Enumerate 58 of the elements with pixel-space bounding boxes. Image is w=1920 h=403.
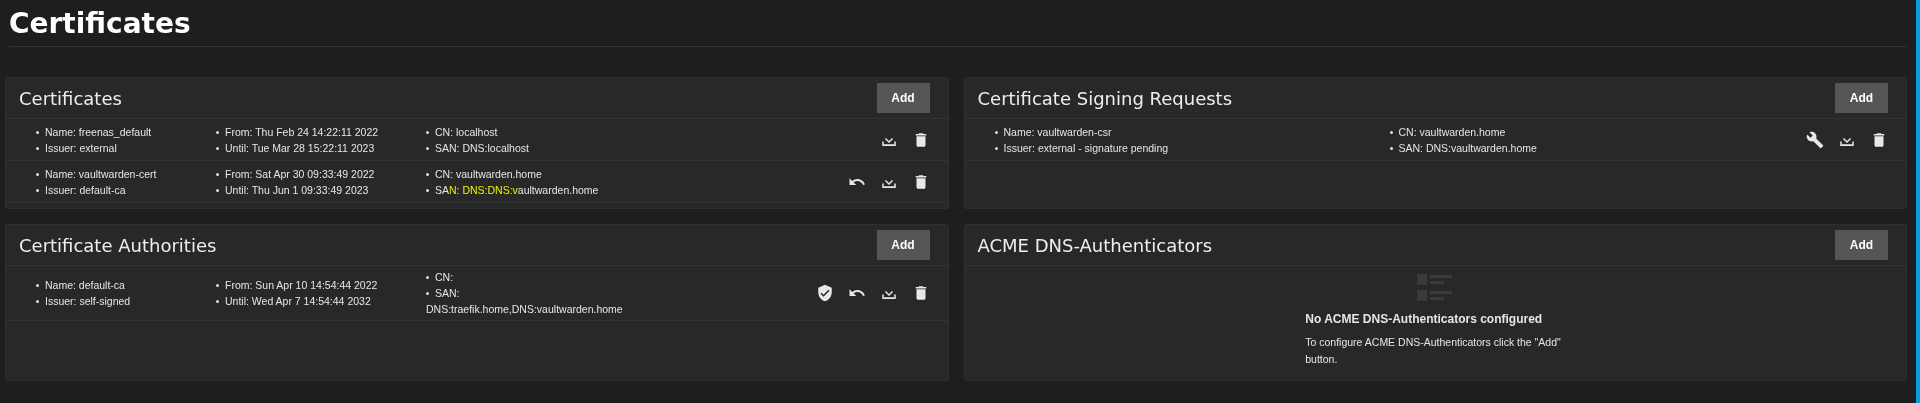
detail-text: Name: freenas_default <box>45 125 152 138</box>
bullet-icon <box>426 130 429 134</box>
bullet-icon <box>36 172 39 176</box>
bullet-icon <box>216 172 219 176</box>
detail-text: From: Sat Apr 30 09:33:49 2022 <box>225 167 375 180</box>
page-title: Certificates <box>8 6 192 42</box>
detail-text: Name: default-ca <box>45 279 125 291</box>
detail-text: Name: vaultwarden-cert <box>45 167 157 180</box>
detail-text: Issuer: self-signed <box>45 295 131 307</box>
card-title: Certificate Authorities <box>19 234 217 256</box>
card-title: Certificate Signing Requests <box>977 87 1233 109</box>
detail-text: Until: Tue Mar 28 15:22:11 2023 <box>225 141 375 154</box>
shield-check-icon[interactable] <box>815 284 834 302</box>
bullet-icon <box>216 300 219 303</box>
bullet-icon <box>216 188 219 192</box>
bullet-icon <box>36 188 39 192</box>
detail-text: CN: vaultwarden.home <box>1398 125 1506 138</box>
empty-message: To configure ACME DNS-Authenticators click the "Add" button. <box>1305 335 1562 367</box>
bullet-icon <box>426 146 429 150</box>
bullet-icon <box>1389 130 1393 134</box>
bullet-icon <box>36 284 39 287</box>
detail-text: CN: <box>435 271 454 283</box>
add-button[interactable]: Add <box>1835 230 1888 260</box>
detail-text: CN: localhost <box>435 125 498 138</box>
detail-text: DNS:traefik.home,DNS:vaultwarden.home <box>426 303 623 315</box>
add-button[interactable]: Add <box>876 83 930 113</box>
detail-text: Issuer: external - signature pending <box>1003 141 1169 154</box>
detail-text: Issuer: external <box>45 141 117 154</box>
bullet-icon <box>216 146 219 150</box>
bullet-icon <box>426 276 429 279</box>
bullet-icon <box>426 292 429 295</box>
bullet-icon <box>994 130 998 134</box>
detail-text: Issuer: default-ca <box>45 183 126 196</box>
bullet-icon <box>216 130 219 134</box>
detail-text: Name: vaultwarden-csr <box>1003 125 1112 138</box>
wrench-icon[interactable] <box>1806 130 1824 149</box>
detail-text: SAN: DNS:vaultwarden.home <box>1398 141 1537 154</box>
detail-text: SAN: DNS:DNS:vaultwarden.home <box>435 183 599 196</box>
detail-text: CN: vaultwarden.home <box>435 167 542 180</box>
add-button[interactable]: Add <box>1835 83 1888 113</box>
bullet-icon <box>426 188 429 192</box>
add-button[interactable]: Add <box>876 230 930 260</box>
detail-text: Until: Thu Jun 1 09:33:49 2023 <box>225 183 369 196</box>
empty-title: No ACME DNS-Authenticators configured <box>1305 312 1544 326</box>
bullet-icon <box>1389 146 1393 150</box>
detail-text: From: Sun Apr 10 14:54:44 2022 <box>225 279 378 291</box>
bullet-icon <box>36 300 39 303</box>
bullet-icon <box>36 130 39 134</box>
bullet-icon <box>216 284 219 287</box>
bullet-icon <box>426 172 429 176</box>
detail-text: SAN: <box>435 287 460 299</box>
detail-text: Until: Wed Apr 7 14:54:44 2032 <box>225 295 371 307</box>
detail-text: SAN: DNS:localhost <box>435 141 529 154</box>
detail-text: From: Thu Feb 24 14:22:11 2022 <box>225 125 379 138</box>
card-title: Certificates <box>19 87 122 109</box>
bullet-icon <box>36 146 39 150</box>
bullet-icon <box>994 146 998 150</box>
card-title: ACME DNS-Authenticators <box>977 234 1213 256</box>
